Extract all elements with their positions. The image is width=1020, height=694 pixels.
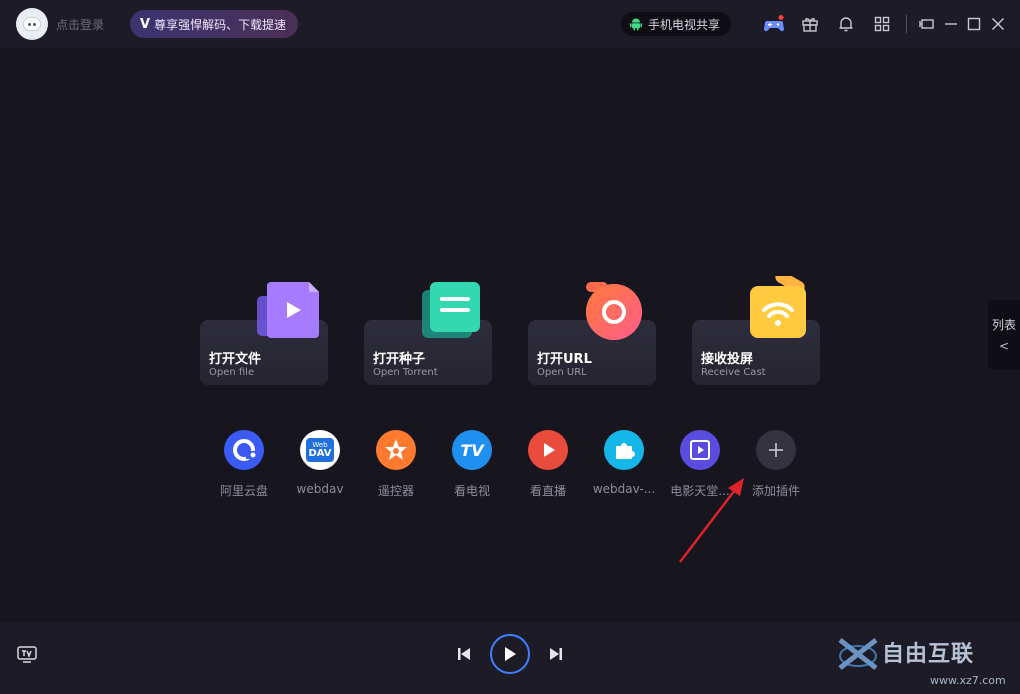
- plugin-label: 遥控器: [377, 484, 414, 498]
- plugin-watch-tv[interactable]: TV 看电视: [434, 430, 510, 499]
- plugin-label: webdav: [296, 482, 344, 496]
- live-play-icon: [528, 430, 568, 470]
- avatar-face-icon: [23, 17, 41, 31]
- maximize-icon[interactable]: [963, 13, 985, 35]
- webdav-icon: Web DAV: [300, 430, 340, 470]
- tv-icon: TV: [452, 430, 492, 470]
- watermark-logo-icon: [838, 638, 878, 670]
- phone-tv-share-button[interactable]: 手机电视共享: [621, 12, 731, 36]
- game-icon[interactable]: [763, 13, 785, 35]
- previous-track-icon[interactable]: [454, 644, 474, 664]
- watermark-text: 自由互联: [882, 642, 975, 667]
- avatar[interactable]: [16, 8, 48, 40]
- plugin-webdav-alt[interactable]: webdav-...: [586, 430, 662, 496]
- apps-grid-icon[interactable]: [871, 13, 893, 35]
- close-icon[interactable]: [987, 13, 1009, 35]
- plugin-label: 阿里云盘: [219, 484, 268, 498]
- gift-icon[interactable]: [799, 13, 821, 35]
- card-subtitle: Receive Cast: [701, 367, 766, 378]
- plugin-webdav[interactable]: Web DAV webdav: [282, 430, 358, 496]
- video-file-icon: [257, 282, 319, 338]
- card-title: 打开URL: [537, 352, 592, 367]
- annotation-arrow-icon: [679, 478, 744, 563]
- play-icon: [505, 647, 516, 661]
- vip-logo: V: [140, 16, 151, 32]
- plugin-label: 添加插件: [751, 484, 800, 498]
- player-control-bar: 自由互联 www.xz7.com: [0, 622, 1020, 694]
- card-title: 打开文件: [209, 352, 262, 367]
- plugin-aliyun-drive[interactable]: 阿里云盘: [206, 430, 282, 499]
- plugin-add[interactable]: 添加插件: [738, 430, 814, 499]
- minimize-icon[interactable]: [940, 13, 962, 35]
- torrent-icon: [422, 282, 480, 338]
- android-icon: [630, 18, 642, 31]
- card-subtitle: Open Torrent: [373, 367, 438, 378]
- plugin-live-stream[interactable]: 看直播: [510, 430, 586, 499]
- puzzle-icon: [604, 430, 644, 470]
- play-button[interactable]: [490, 634, 530, 674]
- watermark-url: www.xz7.com: [930, 674, 1006, 687]
- card-subtitle: Open URL: [537, 367, 587, 378]
- titlebar-separator: [906, 15, 907, 33]
- vip-banner[interactable]: V 尊享强悍解码、下载提速: [130, 10, 298, 38]
- login-link[interactable]: 点击登录: [56, 16, 104, 33]
- card-title: 接收投屏: [701, 352, 754, 367]
- movie-play-icon: [680, 430, 720, 470]
- vip-text: 尊享强悍解码、下载提速: [154, 17, 287, 32]
- open-file-card[interactable]: 打开文件 Open file: [200, 282, 328, 385]
- tv-cast-icon[interactable]: [16, 644, 38, 664]
- title-bar: 点击登录 V 尊享强悍解码、下载提速 手机电视共享: [0, 0, 1020, 48]
- playlist-side-tab[interactable]: 列表 <: [988, 300, 1020, 370]
- open-url-card[interactable]: 打开URL Open URL: [528, 282, 656, 385]
- webdav-badge-bottom: DAV: [308, 447, 332, 459]
- card-subtitle: Open file: [209, 367, 255, 378]
- cast-wifi-icon: [750, 276, 806, 338]
- app-window: 点击登录 V 尊享强悍解码、下载提速 手机电视共享 打开文件 Open file…: [0, 0, 1020, 694]
- plus-icon: [756, 430, 796, 470]
- open-torrent-card[interactable]: 打开种子 Open Torrent: [364, 282, 492, 385]
- star-remote-icon: [376, 430, 416, 470]
- receive-cast-card[interactable]: 接收投屏 Receive Cast: [692, 276, 820, 385]
- url-link-icon: [586, 282, 642, 340]
- chevron-left-icon: <: [998, 339, 1010, 353]
- aliyun-drive-icon: [224, 430, 264, 470]
- mini-mode-icon[interactable]: [916, 13, 938, 35]
- card-title: 打开种子: [373, 352, 426, 367]
- bell-icon[interactable]: [835, 13, 857, 35]
- plugin-label: 看电视: [453, 484, 490, 498]
- plugin-remote-control[interactable]: 遥控器: [358, 430, 434, 499]
- tv-badge: TV: [460, 440, 484, 460]
- playlist-label: 列表: [991, 318, 1016, 332]
- next-track-icon[interactable]: [546, 644, 566, 664]
- plugin-label: 看直播: [529, 484, 566, 498]
- plugin-label: webdav-...: [592, 482, 656, 496]
- share-label: 手机电视共享: [648, 17, 721, 32]
